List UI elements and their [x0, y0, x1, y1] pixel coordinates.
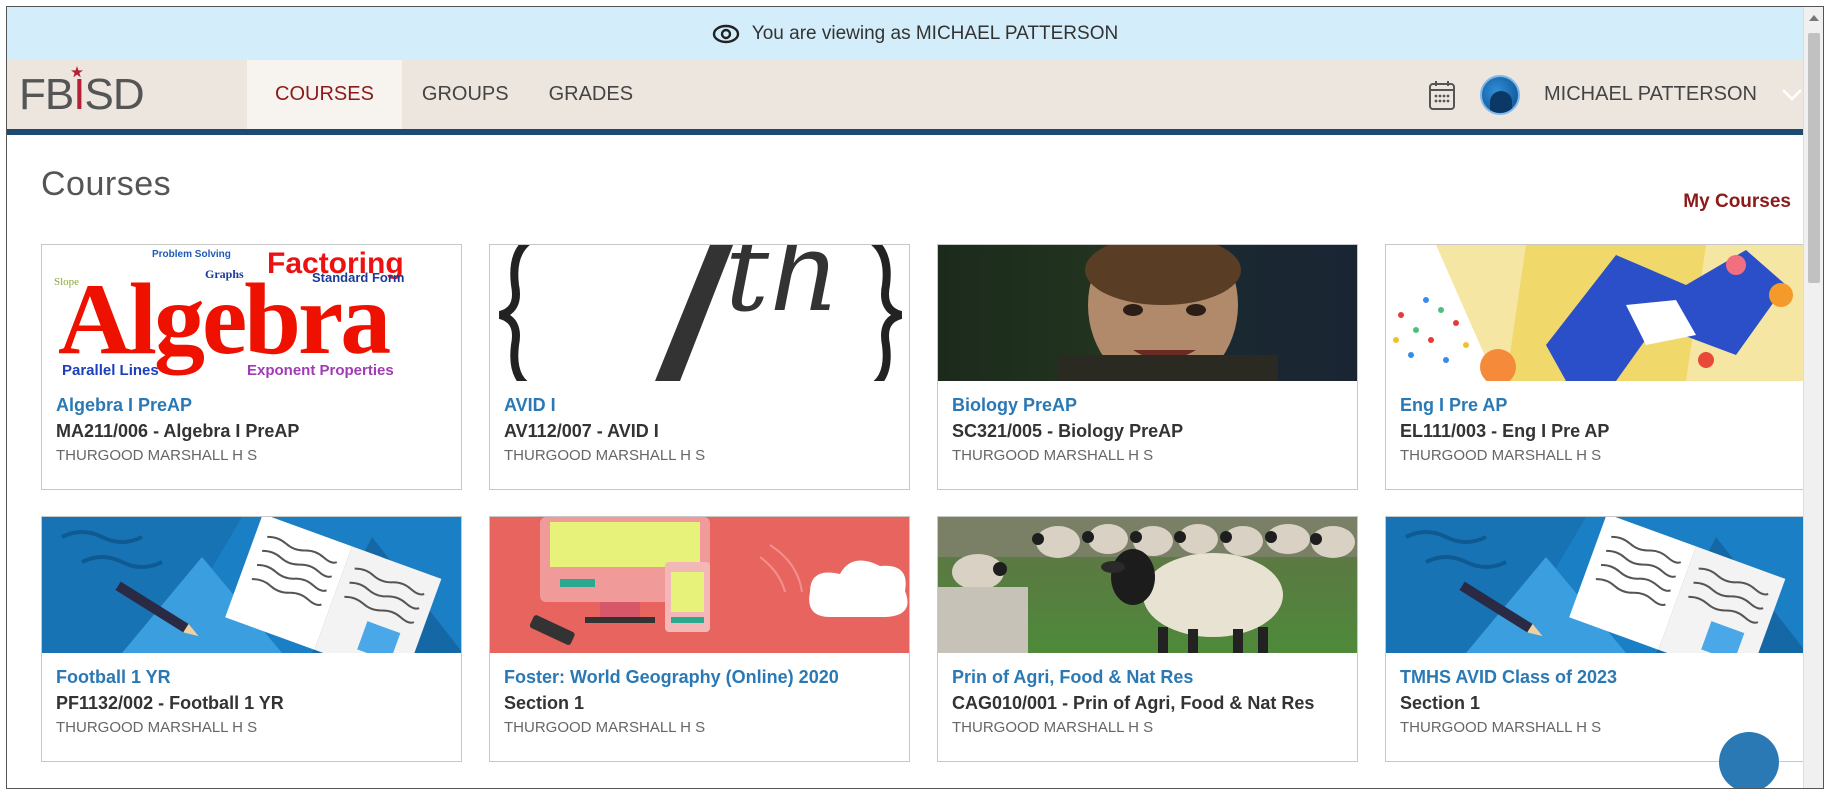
course-image-biology	[938, 245, 1357, 381]
course-code: EL111/003 - Eng I Pre AP	[1400, 421, 1610, 441]
course-card[interactable]: Football 1 YR PF1132/002 - Football 1 YR…	[41, 516, 462, 762]
course-card[interactable]: Biology PreAP SC321/005 - Biology PreAP …	[937, 244, 1358, 490]
scroll-up-arrow-icon[interactable]	[1809, 15, 1819, 21]
page-title: Courses	[41, 165, 172, 203]
main-content: Courses My Courses Problem Solving Facto…	[7, 165, 1823, 788]
calendar-icon[interactable]	[1428, 79, 1456, 111]
scroll-thumb[interactable]	[1808, 33, 1820, 283]
course-image-football	[42, 517, 461, 653]
nav-grades[interactable]: GRADES	[529, 60, 653, 129]
course-title[interactable]: Biology PreAP	[952, 395, 1343, 416]
course-school: THURGOOD MARSHALL H S	[1400, 447, 1602, 464]
svg-text:Exponent Properties: Exponent Properties	[247, 362, 394, 379]
chevron-down-icon[interactable]	[1781, 88, 1803, 102]
course-title[interactable]: Foster: World Geography (Online) 2020	[504, 667, 895, 688]
course-image-agriculture	[938, 517, 1357, 653]
course-title[interactable]: Eng I Pre AP	[1400, 395, 1791, 416]
course-school: THURGOOD MARSHALL H S	[952, 447, 1154, 464]
course-image-algebra: Problem Solving Factoring Graphs Standar…	[42, 245, 461, 381]
course-card[interactable]: TMHS AVID Class of 2023 Section 1 THURGO…	[1385, 516, 1806, 762]
course-code: SC321/005 - Biology PreAP	[952, 421, 1184, 441]
logo-text-left: FB	[19, 69, 74, 119]
fbisd-logo[interactable]: FB I SD	[7, 60, 247, 129]
svg-text:Algebra: Algebra	[58, 263, 390, 376]
logo-star-letter: I	[71, 65, 85, 120]
svg-text:Parallel Lines: Parallel Lines	[62, 362, 159, 379]
course-title[interactable]: TMHS AVID Class of 2023	[1400, 667, 1791, 688]
course-code: Section 1	[504, 693, 585, 713]
course-title[interactable]: Football 1 YR	[56, 667, 447, 688]
course-school: THURGOOD MARSHALL H S	[504, 447, 706, 464]
course-code: CAG010/001 - Prin of Agri, Food & Nat Re…	[952, 693, 1315, 713]
course-school: THURGOOD MARSHALL H S	[56, 719, 258, 736]
course-card[interactable]: Eng I Pre AP EL111/003 - Eng I Pre AP TH…	[1385, 244, 1806, 490]
course-school: THURGOOD MARSHALL H S	[504, 719, 706, 736]
vertical-scrollbar[interactable]	[1803, 7, 1823, 788]
svg-text:Problem Solving: Problem Solving	[152, 249, 231, 260]
course-grid: Problem Solving Factoring Graphs Standar…	[41, 244, 1806, 762]
browser-viewport: You are viewing as MICHAEL PATTERSON FB I…	[6, 6, 1824, 789]
top-nav: FB I SD COURSES GROUPS GRADES MICHAEL PATT…	[7, 60, 1823, 135]
course-image-avid-class	[1386, 517, 1805, 653]
nav-groups[interactable]: GROUPS	[402, 60, 529, 129]
course-card[interactable]: Foster: World Geography (Online) 2020 Se…	[489, 516, 910, 762]
course-school: THURGOOD MARSHALL H S	[1400, 719, 1602, 736]
course-code: PF1132/002 - Football 1 YR	[56, 693, 284, 713]
svg-text:th: th	[725, 245, 840, 336]
course-title[interactable]: Algebra I PreAP	[56, 395, 447, 416]
my-courses-link[interactable]: My Courses	[1683, 191, 1791, 213]
course-title[interactable]: Prin of Agri, Food & Nat Res	[952, 667, 1343, 688]
course-school: THURGOOD MARSHALL H S	[56, 447, 258, 464]
course-code: MA211/006 - Algebra I PreAP	[56, 421, 300, 441]
course-card[interactable]: Prin of Agri, Food & Nat Res CAG010/001 …	[937, 516, 1358, 762]
user-avatar[interactable]	[1480, 74, 1520, 115]
masquerade-banner: You are viewing as MICHAEL PATTERSON	[7, 7, 1823, 60]
course-image-avid: th	[490, 245, 909, 381]
user-name[interactable]: MICHAEL PATTERSON	[1544, 83, 1757, 106]
course-title[interactable]: AVID I	[504, 395, 895, 416]
help-button[interactable]	[1719, 732, 1779, 788]
course-image-geography	[490, 517, 909, 653]
course-card[interactable]: th AVID I AV112/007 - AVID I THURGOOD MA…	[489, 244, 910, 490]
nav-courses[interactable]: COURSES	[247, 60, 402, 129]
logo-text-right: SD	[84, 69, 144, 119]
star-icon	[71, 65, 84, 77]
course-card[interactable]: Problem Solving Factoring Graphs Standar…	[41, 244, 462, 490]
course-image-english	[1386, 245, 1805, 381]
course-code: Section 1	[1400, 693, 1481, 713]
eye-icon	[712, 24, 739, 43]
masquerade-text: You are viewing as MICHAEL PATTERSON	[751, 22, 1119, 44]
course-school: THURGOOD MARSHALL H S	[952, 719, 1154, 736]
course-code: AV112/007 - AVID I	[504, 421, 659, 441]
